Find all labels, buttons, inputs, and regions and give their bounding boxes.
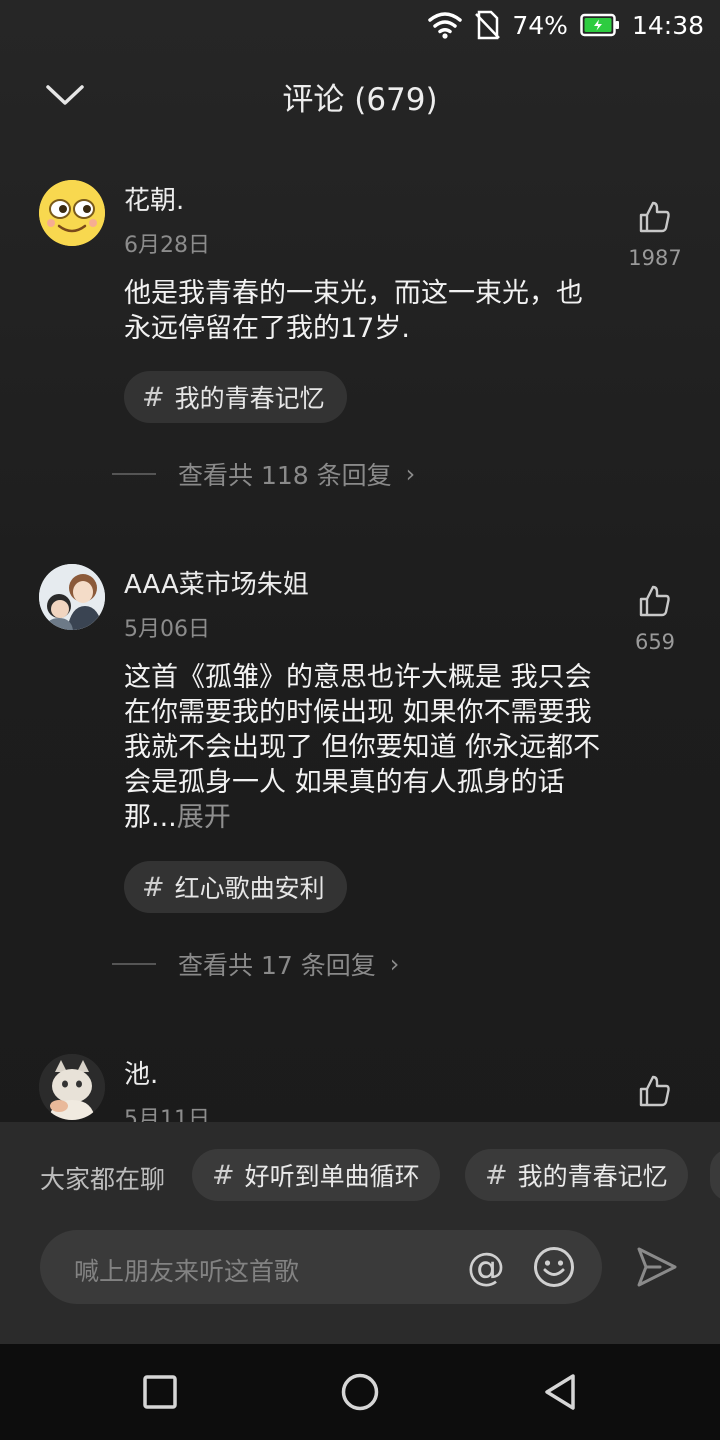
- topic-tag-label: 我的青春记忆: [174, 384, 325, 413]
- avatar[interactable]: [39, 564, 105, 630]
- send-button[interactable]: [634, 1244, 680, 1290]
- comments-screen: 74% 14:38 评论 (679) 花朝. 6月28日 1987 他是我青春的…: [0, 0, 720, 1440]
- hash-icon: #: [212, 1159, 235, 1191]
- like-count: 659: [634, 630, 676, 654]
- photo-avatar-icon: [39, 564, 105, 630]
- comment-input-placeholder: 喊上朋友来听这首歌: [74, 1257, 300, 1286]
- comment-text[interactable]: 这首《孤雏》的意思也许大概是 我只会在你需要我的时候出现 如果你不需要我 我就不…: [124, 660, 604, 835]
- comment-date: 6月28日: [124, 233, 210, 258]
- battery-percent: 74%: [512, 10, 568, 40]
- circle-icon: [341, 1373, 379, 1411]
- view-replies-label: 查看共 118 条回复: [178, 461, 392, 490]
- hash-icon: #: [142, 871, 165, 903]
- status-icons: 74% 14:38: [428, 8, 704, 42]
- wifi-icon: [428, 12, 463, 39]
- smiley-face-avatar-icon: [39, 180, 105, 246]
- header: 评论 (679): [0, 52, 720, 138]
- bottom-panel: 大家都在聊 # 好听到单曲循环 # 我的青春记忆 喊上朋友来听这首歌 @: [0, 1122, 720, 1344]
- status-bar: 74% 14:38: [0, 0, 720, 52]
- trending-topics-row[interactable]: 大家都在聊 # 好听到单曲循环 # 我的青春记忆: [0, 1149, 720, 1201]
- system-nav-bar: [0, 1344, 720, 1440]
- cat-photo-avatar-icon: [39, 1054, 105, 1120]
- hash-icon: #: [485, 1159, 508, 1191]
- trending-label: 大家都在聊: [40, 1165, 166, 1194]
- comment-date: 5月06日: [124, 617, 210, 642]
- username[interactable]: 池.: [124, 1054, 158, 1091]
- comment-input[interactable]: 喊上朋友来听这首歌 @: [40, 1230, 602, 1304]
- topic-chip[interactable]: # 我的青春记忆: [465, 1149, 688, 1201]
- thumbs-up-icon: [639, 1075, 670, 1107]
- comment-text[interactable]: 他是我青春的一束光，而这一束光，也永远停留在了我的17岁.: [124, 276, 604, 348]
- topic-tag[interactable]: # 我的青春记忆: [124, 371, 347, 423]
- topic-chip[interactable]: # 好听到单曲循环: [192, 1149, 440, 1201]
- topic-tag[interactable]: # 红心歌曲安利: [124, 861, 347, 913]
- username[interactable]: 花朝.: [124, 180, 184, 217]
- comment-date: 5月11日: [124, 1107, 210, 1122]
- emoji-icon: [534, 1247, 574, 1287]
- view-replies-link[interactable]: 查看共 17 条回复 ›: [112, 946, 399, 982]
- square-icon: [143, 1375, 177, 1409]
- username[interactable]: AAA菜市场朱姐: [124, 564, 309, 601]
- thumbs-up-icon: [639, 585, 670, 617]
- like-button[interactable]: 659: [620, 584, 690, 654]
- at-icon: @: [467, 1245, 505, 1289]
- topic-chip-partial[interactable]: [710, 1149, 720, 1201]
- topic-chip-label: 好听到单曲循环: [244, 1162, 420, 1191]
- topic-tag-label: 红心歌曲安利: [174, 874, 325, 903]
- divider-line: [112, 473, 156, 475]
- divider-line: [112, 963, 156, 965]
- chevron-right-icon: ›: [405, 460, 416, 488]
- comment-list[interactable]: 花朝. 6月28日 1987 他是我青春的一束光，而这一束光，也永远停留在了我的…: [0, 138, 720, 1122]
- expand-link[interactable]: 展开: [177, 802, 231, 833]
- like-button[interactable]: 1987: [620, 200, 690, 270]
- emoji-button[interactable]: [532, 1245, 576, 1289]
- clock: 14:38: [631, 10, 704, 40]
- no-sim-icon: [475, 10, 501, 40]
- triangle-back-icon: [545, 1374, 575, 1410]
- like-count: 1987: [628, 246, 682, 270]
- back-button[interactable]: [540, 1372, 580, 1412]
- view-replies-link[interactable]: 查看共 118 条回复 ›: [112, 456, 415, 492]
- hash-icon: #: [142, 381, 165, 413]
- like-button[interactable]: [620, 1074, 690, 1112]
- topic-chip-label: 我的青春记忆: [517, 1162, 668, 1191]
- avatar[interactable]: [39, 180, 105, 246]
- battery-icon: [580, 13, 619, 37]
- home-button[interactable]: [340, 1372, 380, 1412]
- view-replies-label: 查看共 17 条回复: [178, 951, 376, 980]
- thumbs-up-icon: [639, 201, 670, 233]
- recents-button[interactable]: [140, 1372, 180, 1412]
- send-icon: [637, 1247, 677, 1287]
- chevron-right-icon: ›: [389, 950, 400, 978]
- avatar[interactable]: [39, 1054, 105, 1120]
- page-title: 评论 (679): [282, 82, 438, 118]
- mention-button[interactable]: @: [464, 1245, 508, 1289]
